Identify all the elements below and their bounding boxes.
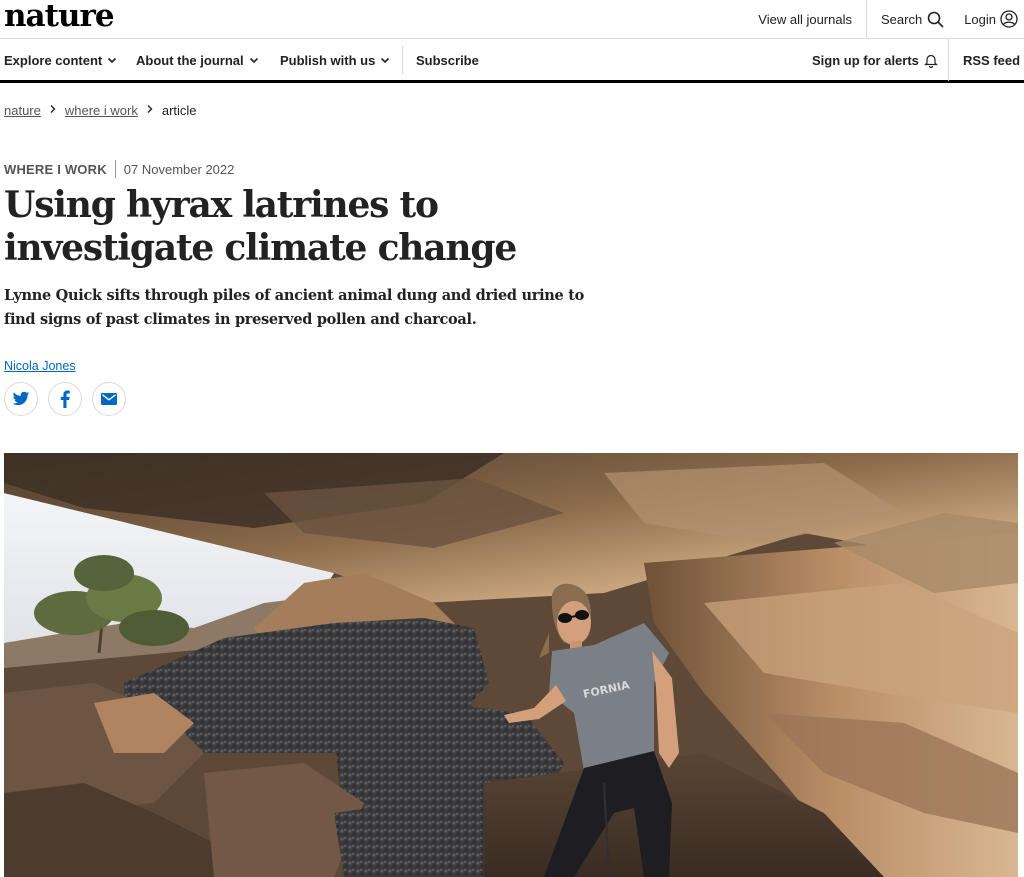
nav-explore-content[interactable]: Explore content: [4, 39, 117, 81]
article-meta: WHERE I WORK 07 November 2022: [4, 160, 234, 178]
facebook-icon: [60, 390, 70, 408]
search-icon: [926, 10, 944, 28]
chevron-down-icon: [249, 57, 258, 64]
cave-photo: FORNIA: [4, 453, 1018, 877]
share-twitter-button[interactable]: [4, 382, 38, 416]
breadcrumb: nature where i work article: [4, 103, 197, 118]
main-nav: Explore content About the journal Publis…: [0, 39, 1024, 83]
chevron-right-icon: [146, 104, 154, 117]
chevron-right-icon: [49, 104, 57, 117]
chevron-down-icon: [108, 57, 117, 64]
top-bar: nature View all journals Search Login: [0, 0, 1024, 39]
meta-divider: [114, 160, 116, 178]
share-facebook-button[interactable]: [48, 382, 82, 416]
nav-about-journal[interactable]: About the journal: [136, 39, 259, 81]
twitter-icon: [12, 391, 30, 406]
alerts-label: Sign up for alerts: [812, 52, 919, 68]
chevron-down-icon: [381, 57, 390, 64]
article-type: WHERE I WORK: [4, 161, 107, 177]
rss-label: RSS feed: [963, 52, 1021, 68]
nature-logo[interactable]: nature: [4, 0, 115, 34]
breadcrumb-where-i-work[interactable]: where i work: [65, 103, 138, 118]
nav-subscribe[interactable]: Subscribe: [416, 39, 479, 81]
nav-divider: [402, 46, 403, 74]
rss-feed-link[interactable]: RSS feed: [963, 39, 1020, 81]
email-icon: [101, 393, 117, 405]
search-button[interactable]: Search: [865, 0, 958, 38]
view-all-journals-link[interactable]: View all journals: [744, 0, 866, 38]
nav-divider: [948, 39, 949, 81]
author-link[interactable]: Nicola Jones: [4, 359, 76, 373]
publish-date: 07 November 2022: [123, 161, 235, 177]
nav-about-label: About the journal: [136, 52, 244, 68]
bell-icon: [923, 54, 938, 68]
share-email-button[interactable]: [92, 382, 126, 416]
article-title: Using hyrax latrines to investigate clim…: [4, 184, 517, 269]
sign-up-alerts-button[interactable]: Sign up for alerts: [812, 39, 938, 81]
nav-publish-with-us[interactable]: Publish with us: [280, 39, 390, 81]
hero-image: FORNIA: [4, 453, 1018, 877]
top-links: View all journals Search Login: [744, 0, 1024, 38]
view-all-journals-label: View all journals: [758, 11, 852, 27]
share-buttons: [4, 382, 126, 416]
breadcrumb-nature[interactable]: nature: [4, 103, 41, 118]
article-standfirst: Lynne Quick sifts through piles of ancie…: [4, 287, 584, 328]
nav-subscribe-label: Subscribe: [416, 52, 479, 68]
user-icon: [1000, 10, 1018, 28]
nav-publish-label: Publish with us: [280, 52, 376, 68]
nav-explore-label: Explore content: [4, 52, 103, 68]
login-label: Login: [964, 11, 996, 27]
search-label: Search: [880, 11, 923, 27]
login-button[interactable]: Login: [958, 0, 1024, 38]
breadcrumb-current: article: [161, 103, 197, 118]
